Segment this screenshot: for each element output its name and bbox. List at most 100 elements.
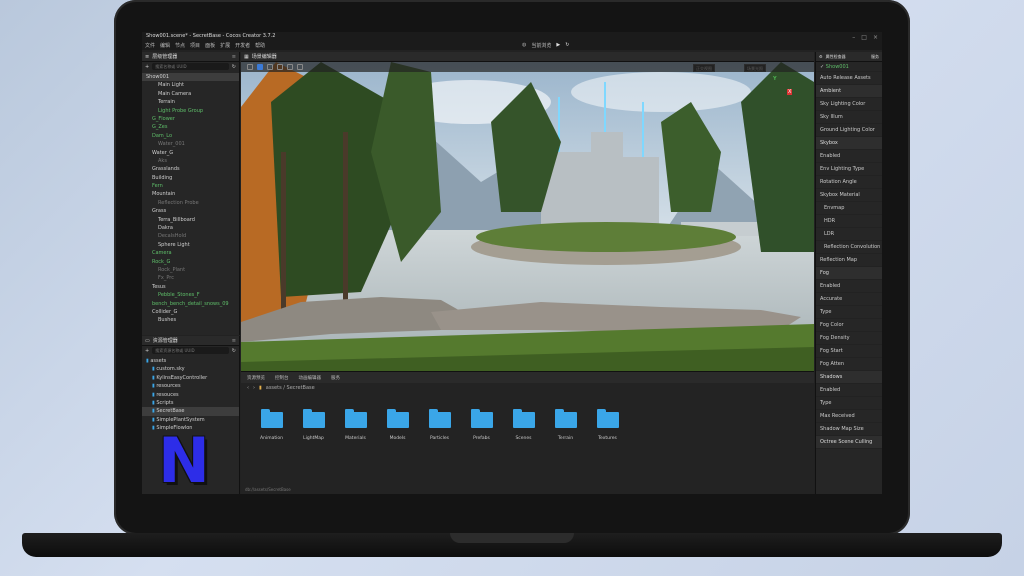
hierarchy-search-input[interactable]: 搜索名称或 UUID — [152, 63, 229, 70]
menu-item[interactable]: 编辑 — [160, 42, 170, 49]
inspector-row[interactable]: Rotation Angle — [816, 176, 882, 189]
refresh-icon[interactable]: ↻ — [565, 42, 569, 48]
inspector-row[interactable]: Ground Lighting Color — [816, 124, 882, 137]
tree-item[interactable]: bench_bench_detail_snows_09 — [142, 300, 239, 308]
inspector-row[interactable]: Sky Lighting Color — [816, 98, 882, 111]
rotate-tool-button[interactable] — [267, 64, 273, 70]
hand-tool-button[interactable] — [247, 64, 253, 70]
tree-item[interactable]: Show001 — [142, 73, 239, 82]
add-icon[interactable]: + — [145, 348, 149, 354]
tree-item[interactable]: Rock_G — [142, 258, 239, 266]
tree-item[interactable]: Fx_Prc — [142, 274, 239, 282]
inspector-row[interactable]: Type — [816, 306, 882, 319]
inspector-section[interactable]: Octree Scene Culling — [816, 436, 882, 449]
inspector-section[interactable]: Skybox — [816, 137, 882, 150]
inspector-row[interactable]: Reflection Map — [816, 254, 882, 267]
folder-item[interactable]: Prefabs — [467, 409, 496, 441]
inspector-row[interactable]: Enabled — [816, 280, 882, 293]
folder-item[interactable]: Models — [383, 409, 412, 441]
tree-item[interactable]: Fern — [142, 182, 239, 190]
inspector-row[interactable]: Auto Release Assets — [816, 72, 882, 85]
browser-tab[interactable]: 动画编辑器 — [299, 375, 322, 381]
asset-item[interactable]: ▮ SimplePlantSystem — [142, 416, 239, 424]
inspector-section[interactable]: Ambient — [816, 85, 882, 98]
tree-item[interactable]: Main Light — [142, 81, 239, 89]
inspector-tab-services[interactable]: 服务 — [871, 54, 879, 60]
tree-item[interactable]: Collider_G — [142, 308, 239, 316]
tree-item[interactable]: Terra_Billboard — [142, 216, 239, 224]
folder-item[interactable]: Terrain — [551, 409, 580, 441]
tree-item[interactable]: Terrain — [142, 98, 239, 106]
forward-icon[interactable]: › — [253, 385, 255, 391]
play-icon[interactable]: ▶ — [556, 42, 560, 48]
asset-item[interactable]: ▮ assets — [142, 357, 239, 365]
menu-icon[interactable]: ≡ — [232, 54, 236, 60]
tree-item[interactable]: Main Camera — [142, 90, 239, 98]
tree-item[interactable]: Bushes — [142, 316, 239, 324]
tree-item[interactable]: Building — [142, 174, 239, 182]
inspector-row[interactable]: Fog Color — [816, 319, 882, 332]
menu-item[interactable]: 节点 — [175, 42, 185, 49]
rect-tool-button[interactable] — [287, 64, 293, 70]
tree-item[interactable]: Light Probe Group — [142, 107, 239, 115]
inspector-section[interactable]: Fog — [816, 267, 882, 280]
refresh-icon[interactable]: ↻ — [232, 348, 236, 354]
asset-item[interactable]: ▮ KylinsEasyController — [142, 374, 239, 382]
menu-item[interactable]: 帮助 — [255, 42, 265, 49]
local-toggle-button[interactable] — [297, 64, 303, 70]
inspector-row[interactable]: Envmap — [816, 202, 882, 215]
tree-item[interactable]: Water_G — [142, 149, 239, 157]
inspector-row[interactable]: Reflection Convolution — [816, 241, 882, 254]
scale-tool-button[interactable] — [277, 64, 283, 70]
scene-viewport[interactable]: 正交视图 场景光照 Y X — [241, 62, 814, 371]
add-icon[interactable]: + — [145, 64, 149, 70]
inspector-row[interactable]: Env Lighting Type — [816, 163, 882, 176]
tree-item[interactable]: Grasslands — [142, 165, 239, 173]
asset-item[interactable]: ▮ resouces — [142, 391, 239, 399]
folder-item[interactable]: Scenes — [509, 409, 538, 441]
tree-item[interactable]: DecalsHold — [142, 232, 239, 240]
tree-item[interactable]: Dakra — [142, 224, 239, 232]
menu-item[interactable]: 扩展 — [220, 42, 230, 49]
menu-icon[interactable]: ≡ — [232, 338, 236, 344]
menu-item[interactable]: 面板 — [205, 42, 215, 49]
inspector-row[interactable]: Accurate — [816, 293, 882, 306]
tree-item[interactable]: Aks — [142, 157, 239, 165]
browser-tab[interactable]: 服务 — [331, 375, 340, 381]
menu-item[interactable]: 文件 — [145, 42, 155, 49]
tree-item[interactable]: Tesus — [142, 283, 239, 291]
tree-item[interactable]: Grass — [142, 207, 239, 215]
tree-item[interactable]: G_Flower — [142, 115, 239, 123]
folder-item[interactable]: Particles — [425, 409, 454, 441]
tree-item[interactable]: Reflection Probe — [142, 199, 239, 207]
menu-item[interactable]: 项目 — [190, 42, 200, 49]
asset-item[interactable]: ▮ custom.sky — [142, 365, 239, 373]
inspector-row[interactable]: Enabled — [816, 150, 882, 163]
folder-item[interactable]: LightMap — [299, 409, 328, 441]
inspector-row[interactable]: Shadow Map Size — [816, 423, 882, 436]
browser-tab[interactable]: 控制台 — [275, 375, 289, 381]
inspector-row[interactable]: Fog Start — [816, 345, 882, 358]
asset-item[interactable]: ▮ resources — [142, 382, 239, 390]
tree-item[interactable]: Pebble_Stones_F — [142, 291, 239, 299]
inspector-row[interactable]: Type — [816, 397, 882, 410]
tree-item[interactable]: Sphere Light — [142, 241, 239, 249]
assets-search-input[interactable]: 搜索资源名称或 UUID — [152, 347, 229, 354]
asset-item[interactable]: ▮ SecretBase — [142, 407, 239, 416]
tree-item[interactable]: Mountain — [142, 190, 239, 198]
tree-item[interactable]: Camera — [142, 249, 239, 257]
asset-item[interactable]: ▮ Scripts — [142, 399, 239, 407]
browser-tab[interactable]: 资源预览 — [247, 375, 265, 381]
inspector-row[interactable]: Fog Atten — [816, 358, 882, 371]
refresh-icon[interactable]: ↻ — [232, 64, 236, 70]
folder-item[interactable]: Textures — [593, 409, 622, 441]
inspector-row[interactable]: Max Received — [816, 410, 882, 423]
inspector-row[interactable]: Skybox Material — [816, 189, 882, 202]
preview-mode-select[interactable]: 当前浏览 — [531, 42, 551, 49]
inspector-section[interactable]: Shadows — [816, 371, 882, 384]
menu-item[interactable]: 开发者 — [235, 42, 250, 49]
inspector-row[interactable]: HDR — [816, 215, 882, 228]
folder-item[interactable]: Animation — [257, 409, 286, 441]
inspector-row[interactable]: Sky Illum — [816, 111, 882, 124]
inspector-row[interactable]: Enabled — [816, 384, 882, 397]
